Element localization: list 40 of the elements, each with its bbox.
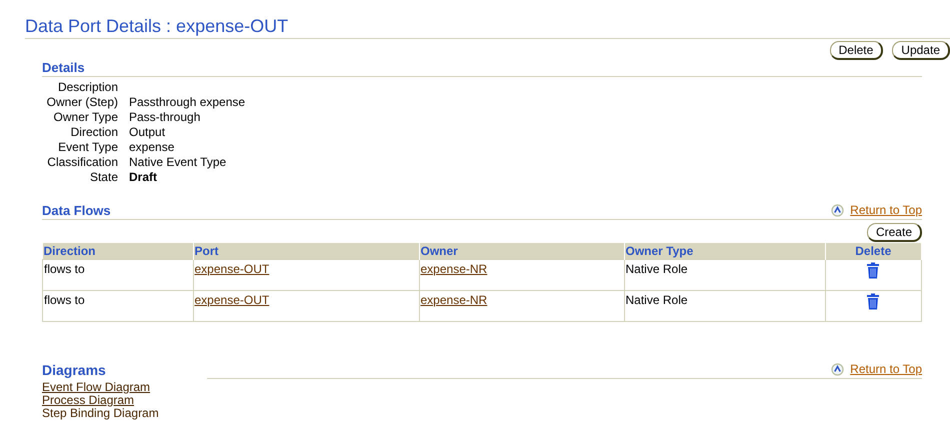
trash-icon[interactable] <box>866 293 880 310</box>
field-value: Passthrough expense <box>129 95 246 110</box>
delete-button[interactable]: Delete <box>830 41 884 60</box>
port-link[interactable]: expense-OUT <box>194 262 270 276</box>
owner-link[interactable]: expense-NR <box>420 293 488 307</box>
column-header: Delete <box>825 243 922 260</box>
page-title: Data Port Details : expense-OUT <box>25 16 950 39</box>
port-link[interactable]: expense-OUT <box>194 293 270 307</box>
table-cell: Native Role <box>624 290 825 322</box>
return-to-top-link[interactable]: Return to Top <box>850 362 922 377</box>
column-header: Direction <box>42 243 193 260</box>
field-value: Native Event Type <box>129 155 228 170</box>
field-label: Owner Type <box>52 110 118 125</box>
field-label: Description <box>56 80 118 95</box>
field-label: State <box>88 170 118 185</box>
table-cell: Native Role <box>624 260 825 290</box>
field-label: Event Type <box>57 140 118 155</box>
return-to-top-link[interactable]: Return to Top <box>850 203 922 218</box>
diagram-link[interactable]: Step Binding Diagram <box>42 407 159 420</box>
field-value: Output <box>129 125 166 140</box>
trash-icon[interactable] <box>866 262 880 279</box>
update-button[interactable]: Update <box>892 41 950 60</box>
column-header: Owner Type <box>624 243 825 260</box>
field-label: Owner (Step) <box>46 95 118 110</box>
state-value: Draft <box>129 170 158 185</box>
owner-link[interactable]: expense-NR <box>420 262 488 276</box>
field-value: Pass-through <box>129 110 202 125</box>
table-cell: flows to <box>42 260 193 290</box>
field-label: Classification <box>46 155 118 170</box>
table-cell: flows to <box>42 290 193 322</box>
column-header: Owner <box>419 243 624 260</box>
diagram-link[interactable]: Event Flow Diagram <box>42 381 150 394</box>
section-heading: Data Flows <box>42 203 111 219</box>
diagram-link[interactable]: Process Diagram <box>42 394 134 407</box>
field-value: expense <box>129 140 176 155</box>
column-header: Port <box>193 243 419 260</box>
create-button[interactable]: Create <box>866 223 922 242</box>
field-label: Direction <box>70 125 118 140</box>
section-heading: Diagrams <box>42 362 107 378</box>
section-heading: Details <box>42 60 85 76</box>
